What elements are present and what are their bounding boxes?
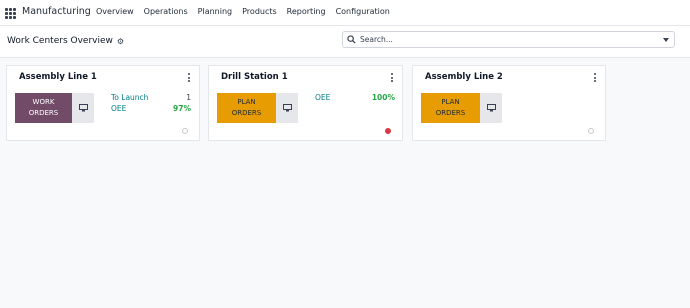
search-icon bbox=[347, 35, 356, 44]
work-center-card: Assembly Line 2 PLAN ORDERS bbox=[412, 65, 606, 141]
monitor-icon[interactable] bbox=[72, 93, 94, 123]
status-indicator[interactable] bbox=[385, 128, 391, 134]
control-panel: Work Centers Overview ⚙ bbox=[0, 26, 690, 58]
status-indicator[interactable] bbox=[182, 128, 188, 134]
plan-orders-button[interactable]: PLAN ORDERS bbox=[217, 93, 276, 123]
work-center-card: Assembly Line 1 WORK ORDERS To Launch 1 O… bbox=[6, 65, 200, 141]
menu-configuration[interactable]: Configuration bbox=[336, 7, 390, 16]
gear-icon[interactable]: ⚙ bbox=[117, 37, 124, 46]
status-indicator[interactable] bbox=[588, 128, 594, 134]
oee-link[interactable]: OEE bbox=[315, 93, 330, 102]
search-input[interactable] bbox=[360, 33, 650, 46]
plan-orders-button[interactable]: PLAN ORDERS bbox=[421, 93, 480, 123]
menu-planning[interactable]: Planning bbox=[198, 7, 232, 16]
card-stats: OEE 100% bbox=[315, 93, 395, 104]
menu-overview[interactable]: Overview bbox=[96, 7, 134, 16]
oee-value: 97% bbox=[173, 104, 191, 113]
top-navbar: Manufacturing Overview Operations Planni… bbox=[0, 0, 690, 26]
search-bar[interactable] bbox=[342, 31, 675, 48]
work-center-card: Drill Station 1 PLAN ORDERS OEE 100% bbox=[208, 65, 403, 141]
to-launch-link[interactable]: To Launch bbox=[111, 93, 148, 102]
kebab-icon[interactable] bbox=[188, 73, 190, 82]
page-title: Work Centers Overview ⚙ bbox=[7, 36, 124, 46]
card-title: Drill Station 1 bbox=[221, 72, 288, 82]
search-options-toggle[interactable] bbox=[663, 38, 669, 42]
menu-products[interactable]: Products bbox=[242, 7, 277, 16]
menu-operations[interactable]: Operations bbox=[144, 7, 188, 16]
monitor-icon[interactable] bbox=[276, 93, 298, 123]
oee-value: 100% bbox=[371, 93, 395, 102]
card-title: Assembly Line 1 bbox=[19, 72, 97, 82]
kebab-icon[interactable] bbox=[391, 73, 393, 82]
app-brand[interactable]: Manufacturing bbox=[22, 6, 91, 17]
kebab-icon[interactable] bbox=[594, 73, 596, 82]
page-title-text: Work Centers Overview bbox=[7, 36, 113, 46]
apps-grid-icon[interactable] bbox=[5, 8, 16, 19]
card-stats: To Launch 1 OEE 97% bbox=[111, 93, 191, 115]
to-launch-value: 1 bbox=[186, 93, 191, 102]
card-title: Assembly Line 2 bbox=[425, 72, 503, 82]
monitor-icon[interactable] bbox=[480, 93, 502, 123]
menu-reporting[interactable]: Reporting bbox=[287, 7, 326, 16]
oee-link[interactable]: OEE bbox=[111, 104, 126, 113]
main-menu: Overview Operations Planning Products Re… bbox=[96, 7, 400, 16]
work-orders-button[interactable]: WORK ORDERS bbox=[15, 93, 72, 123]
